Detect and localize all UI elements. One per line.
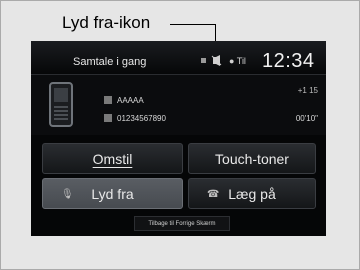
phone-call-screen: Samtale i gang ● Til 12:34 AAAAA 0123456… <box>31 41 326 236</box>
hang-up-button[interactable]: ☎ Læg på <box>188 178 316 209</box>
screen-title: Samtale i gang <box>73 56 147 68</box>
clock: 12:34 <box>262 50 315 72</box>
forward-call-label: Omstil <box>92 150 133 167</box>
mute-label: Lyd fra <box>91 185 134 202</box>
contact-name: AAAAA <box>117 96 144 105</box>
signal-status: ● Til <box>229 56 246 66</box>
cellphone-icon <box>49 82 73 127</box>
callout-label: Lyd fra-ikon <box>62 13 151 32</box>
phone-number-icon <box>104 114 112 122</box>
mute-indicator-icon <box>201 55 223 68</box>
hang-up-icon: ☎ <box>207 189 220 200</box>
forward-call-button[interactable]: Omstil <box>42 143 183 174</box>
contact-number-row: 01234567890 <box>104 114 166 123</box>
status-bar: Samtale i gang ● Til 12:34 <box>31 41 326 75</box>
microphone-icon: 🎙 <box>61 189 74 200</box>
hang-up-label: Læg på <box>228 185 276 202</box>
call-duration: 00'10" <box>295 114 318 123</box>
contact-number: 01234567890 <box>117 114 166 123</box>
contact-icon <box>104 96 112 104</box>
call-count: +1 15 <box>297 86 318 95</box>
back-to-previous-screen-button[interactable]: Tilbage til Forrige Skærm <box>134 216 230 231</box>
touch-tones-button[interactable]: Touch-toner <box>188 143 316 174</box>
callout-leader-line <box>170 24 216 25</box>
call-info-panel: AAAAA 01234567890 +1 15 00'10" <box>31 75 326 135</box>
contact-name-row: AAAAA <box>104 96 144 105</box>
mute-button[interactable]: 🎙 Lyd fra <box>42 178 183 209</box>
touch-tones-label: Touch-toner <box>215 150 289 167</box>
